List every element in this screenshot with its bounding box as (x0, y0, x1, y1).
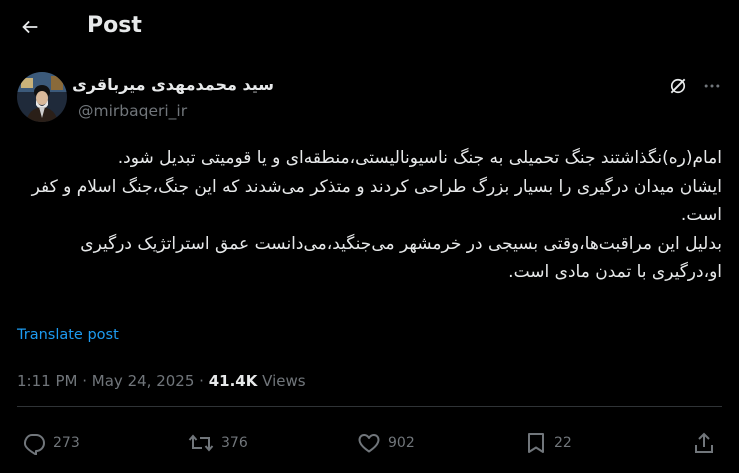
tweet-text: امام(ره)نگذاشتند جنگ تحمیلی به جنگ ناسیو… (17, 144, 722, 287)
author-name[interactable]: سید محمدمهدی میرباقری (72, 74, 274, 96)
views-count: 41.4K (208, 372, 258, 390)
repost-button[interactable]: 376 (188, 429, 248, 457)
back-button[interactable] (14, 11, 46, 43)
translate-post-link[interactable]: Translate post (17, 325, 119, 345)
avatar[interactable] (17, 72, 67, 122)
tweet-metadata: 1:11 PM · May 24, 2025 · 41.4K Views (17, 370, 306, 392)
page-title: Post (87, 13, 142, 38)
bookmark-count: 22 (554, 435, 572, 451)
reply-button[interactable]: 273 (22, 429, 80, 457)
like-count: 902 (388, 435, 415, 451)
meta-separator: · (199, 372, 204, 390)
author-handle[interactable]: @mirbaqeri_ir (78, 100, 187, 122)
views-label: Views (262, 372, 306, 390)
like-button[interactable]: 902 (357, 429, 415, 457)
arrow-left-icon (22, 20, 38, 34)
share-icon (695, 432, 713, 453)
more-options-button[interactable] (700, 74, 724, 98)
reply-icon (23, 434, 45, 455)
grok-button[interactable] (666, 74, 690, 98)
avatar-image (17, 72, 67, 122)
bookmark-icon (528, 433, 544, 453)
heart-icon (358, 434, 380, 453)
share-button[interactable] (693, 429, 715, 457)
bookmark-button[interactable]: 22 (525, 429, 572, 457)
tweet-time[interactable]: 1:11 PM (17, 372, 77, 390)
tweet-paragraph: امام(ره)نگذاشتند جنگ تحمیلی به جنگ ناسیو… (117, 148, 722, 168)
top-bar: Post (0, 0, 739, 53)
repost-icon (188, 434, 214, 452)
reply-count: 273 (53, 435, 80, 451)
divider (17, 406, 722, 407)
more-horizontal-icon (704, 84, 720, 88)
tweet-date[interactable]: May 24, 2025 (92, 372, 195, 390)
tweet-paragraph: ایشان میدان درگیری را بسیار بزرگ طراحی ک… (31, 176, 722, 226)
meta-separator: · (82, 372, 88, 390)
tweet-paragraph: بدلیل این مراقبت‌ها،وقتی بسیجی در خرمشهر… (80, 233, 722, 283)
grok-icon (670, 78, 686, 94)
repost-count: 376 (221, 435, 248, 451)
